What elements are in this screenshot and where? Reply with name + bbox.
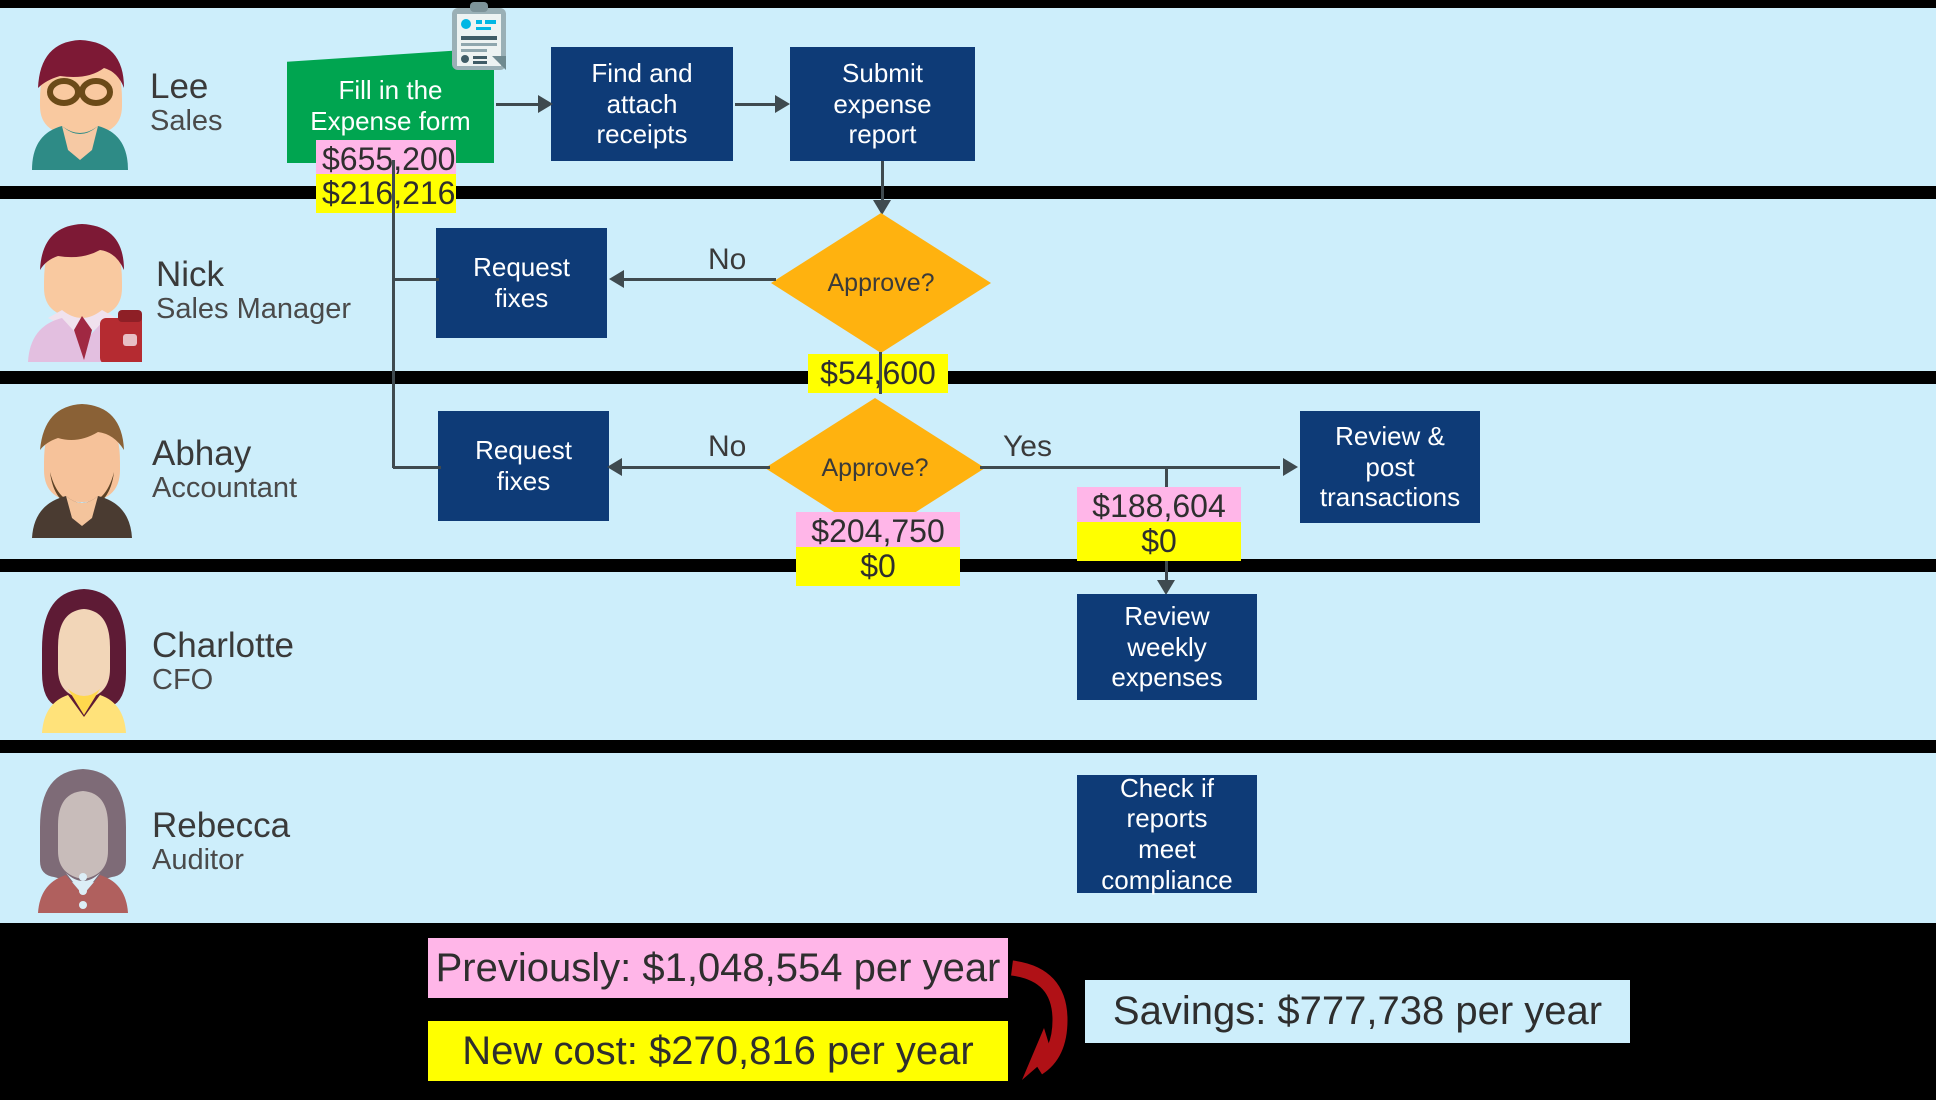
avatar-lee <box>24 30 136 175</box>
connector-approve-mgr-no <box>624 278 776 281</box>
actor-role: Sales Manager <box>156 292 352 325</box>
connector-approve-acct-yes <box>980 466 1280 469</box>
connector-mgr-fix-feedback-h <box>393 278 439 281</box>
actor-name: Nick <box>156 254 225 294</box>
node-review-post[interactable]: Review & post transactions <box>1300 411 1480 523</box>
cost-tag-new-review-post: $0 <box>1077 522 1241 562</box>
arrow-approve-mgr-no <box>609 270 624 288</box>
cost-tag-new-approve-acct: $0 <box>796 547 960 587</box>
avatar-rebecca <box>28 765 138 918</box>
actor-charlotte: Charlotte CFO <box>30 585 294 738</box>
actor-role: CFO <box>152 663 214 696</box>
connector-acct-fix-feedback-v <box>392 278 395 468</box>
actor-rebecca: Rebecca Auditor <box>28 765 290 918</box>
lane-rebecca <box>0 753 1936 923</box>
cost-tag-new-approve-manager: $54,600 <box>808 354 948 394</box>
actor-name: Lee <box>150 66 209 106</box>
summary-savings: Savings: $777,738 per year <box>1085 980 1630 1043</box>
curved-arrow-icon <box>1006 958 1076 1089</box>
cost-tag-previous-review-post: $188,604 <box>1077 487 1241 527</box>
arrow-receipts-to-submit <box>775 95 790 113</box>
node-request-fixes-accountant[interactable]: Request fixes <box>438 411 609 521</box>
swimlane-diagram: Lee Sales Nick Sales Manager Abhay Accou… <box>0 0 1936 1100</box>
actor-abhay: Abhay Accountant <box>26 396 297 543</box>
arrow-form-to-receipts <box>538 95 553 113</box>
arrow-submit-to-approve <box>873 200 891 215</box>
connector-mgr-fix-feedback-v <box>392 160 395 280</box>
node-review-weekly[interactable]: Review weekly expenses <box>1077 594 1257 700</box>
cost-tag-new-fill-form: $216,216 <box>316 174 456 214</box>
node-find-receipts[interactable]: Find and attach receipts <box>551 47 733 161</box>
connector-acct-fix-feedback-h <box>393 466 441 469</box>
actor-role: Sales <box>150 104 223 137</box>
node-check-compliance[interactable]: Check if reports meet compliance <box>1077 773 1257 895</box>
avatar-abhay <box>26 396 138 543</box>
actor-name: Rebecca <box>152 805 291 845</box>
arrow-to-review-weekly <box>1157 580 1175 595</box>
actor-lee: Lee Sales <box>24 30 223 175</box>
summary-new-cost: New cost: $270,816 per year <box>428 1021 1008 1081</box>
connector-mgr-to-acct <box>879 352 882 394</box>
actor-role: Auditor <box>152 843 244 876</box>
connector-approve-acct-no <box>620 466 770 469</box>
node-request-fixes-manager[interactable]: Request fixes <box>436 228 607 338</box>
avatar-charlotte <box>30 585 138 738</box>
actor-name: Abhay <box>152 433 252 473</box>
clipboard-icon <box>448 0 510 77</box>
arrow-approve-acct-no <box>607 458 622 476</box>
connector-form-to-receipts <box>496 103 538 106</box>
avatar-nick <box>22 214 160 367</box>
arrow-approve-acct-yes <box>1283 458 1298 476</box>
connector-receipts-to-submit <box>735 103 775 106</box>
summary-previous-cost: Previously: $1,048,554 per year <box>428 938 1008 998</box>
node-submit-report[interactable]: Submit expense report <box>790 47 975 161</box>
actor-role: Accountant <box>152 471 298 504</box>
cost-tag-previous-approve-acct: $204,750 <box>796 512 960 552</box>
actor-nick: Nick Sales Manager <box>22 214 351 367</box>
edge-label-accountant-no: No <box>708 430 747 463</box>
edge-label-accountant-yes: Yes <box>1003 430 1052 463</box>
actor-name: Charlotte <box>152 625 295 665</box>
edge-label-manager-no: No <box>708 243 747 276</box>
